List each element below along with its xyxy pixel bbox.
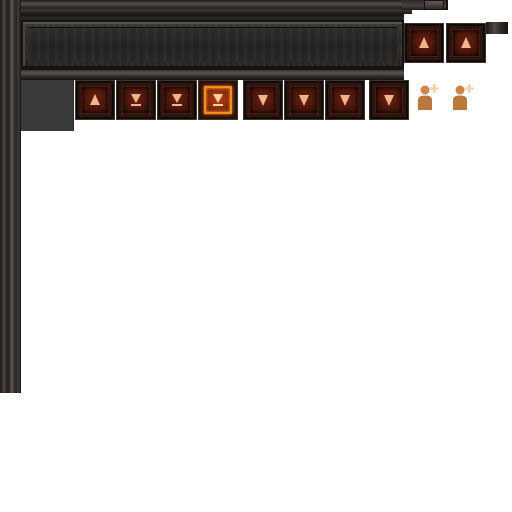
arrow-up-icon [88, 93, 102, 107]
arrow-down-bar-icon [129, 93, 143, 107]
page-up-button[interactable] [447, 24, 485, 62]
scroll-up-button[interactable] [405, 24, 443, 62]
arrow-down-icon [297, 93, 311, 107]
frame-top-border [0, 0, 412, 14]
frame-right-stub [486, 22, 508, 34]
message-bar-panel [21, 20, 404, 70]
action-button-6[interactable] [285, 81, 323, 119]
action-button-7[interactable] [326, 81, 364, 119]
action-button-8[interactable] [370, 81, 408, 119]
arrow-down-icon [382, 93, 396, 107]
portrait-slot [21, 80, 74, 131]
add-player-button-2[interactable] [449, 83, 477, 113]
arrow-down-bar-icon [170, 93, 184, 107]
add-player-icon [449, 83, 477, 113]
add-player-button[interactable] [414, 83, 442, 113]
action-button-4-selected[interactable] [199, 81, 237, 119]
arrow-down-icon [256, 93, 270, 107]
message-bar-slot [28, 27, 397, 63]
frame-left-border [0, 0, 21, 393]
action-button-3[interactable] [158, 81, 196, 119]
action-button-5[interactable] [244, 81, 282, 119]
action-button-1[interactable] [76, 81, 114, 119]
arrow-up-icon [417, 36, 431, 50]
panel-bottom-ledge [21, 70, 404, 80]
action-button-2[interactable] [117, 81, 155, 119]
arrow-down-icon [338, 93, 352, 107]
arrow-up-icon [459, 36, 473, 50]
arrow-down-bar-icon [211, 93, 225, 107]
add-player-icon [414, 83, 442, 113]
frame-corner-knob [424, 0, 444, 10]
game-hud [0, 0, 512, 512]
